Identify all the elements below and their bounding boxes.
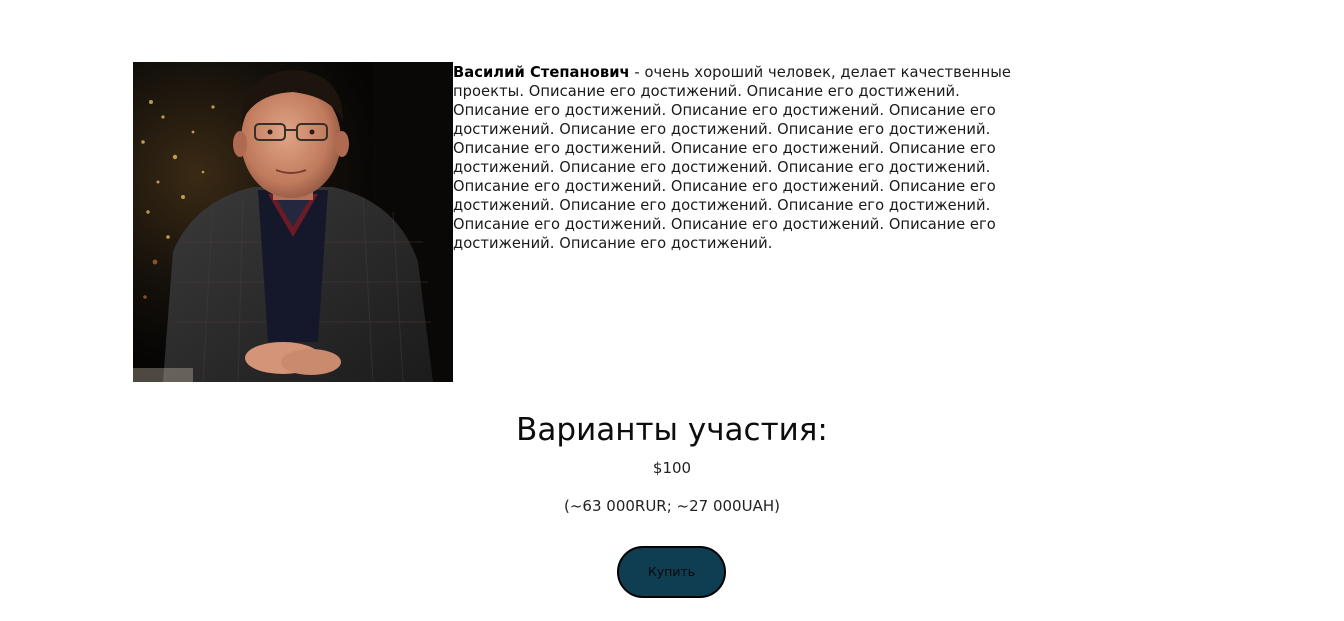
price: $100 [652,459,692,477]
speaker-description: - очень хороший человек, делает качестве… [453,64,1011,252]
speaker-bio: Василий Степанович - очень хороший челов… [453,63,1035,253]
price-conversion: (~63 000RUR; ~27 000UAH) [564,497,780,515]
buy-button[interactable]: Купить [617,546,726,598]
speaker-name: Василий Степанович [453,64,630,81]
page: Василий Степанович - очень хороший челов… [0,0,1344,621]
speaker-photo [133,62,453,382]
participation-title: Варианты участия: [516,412,828,448]
